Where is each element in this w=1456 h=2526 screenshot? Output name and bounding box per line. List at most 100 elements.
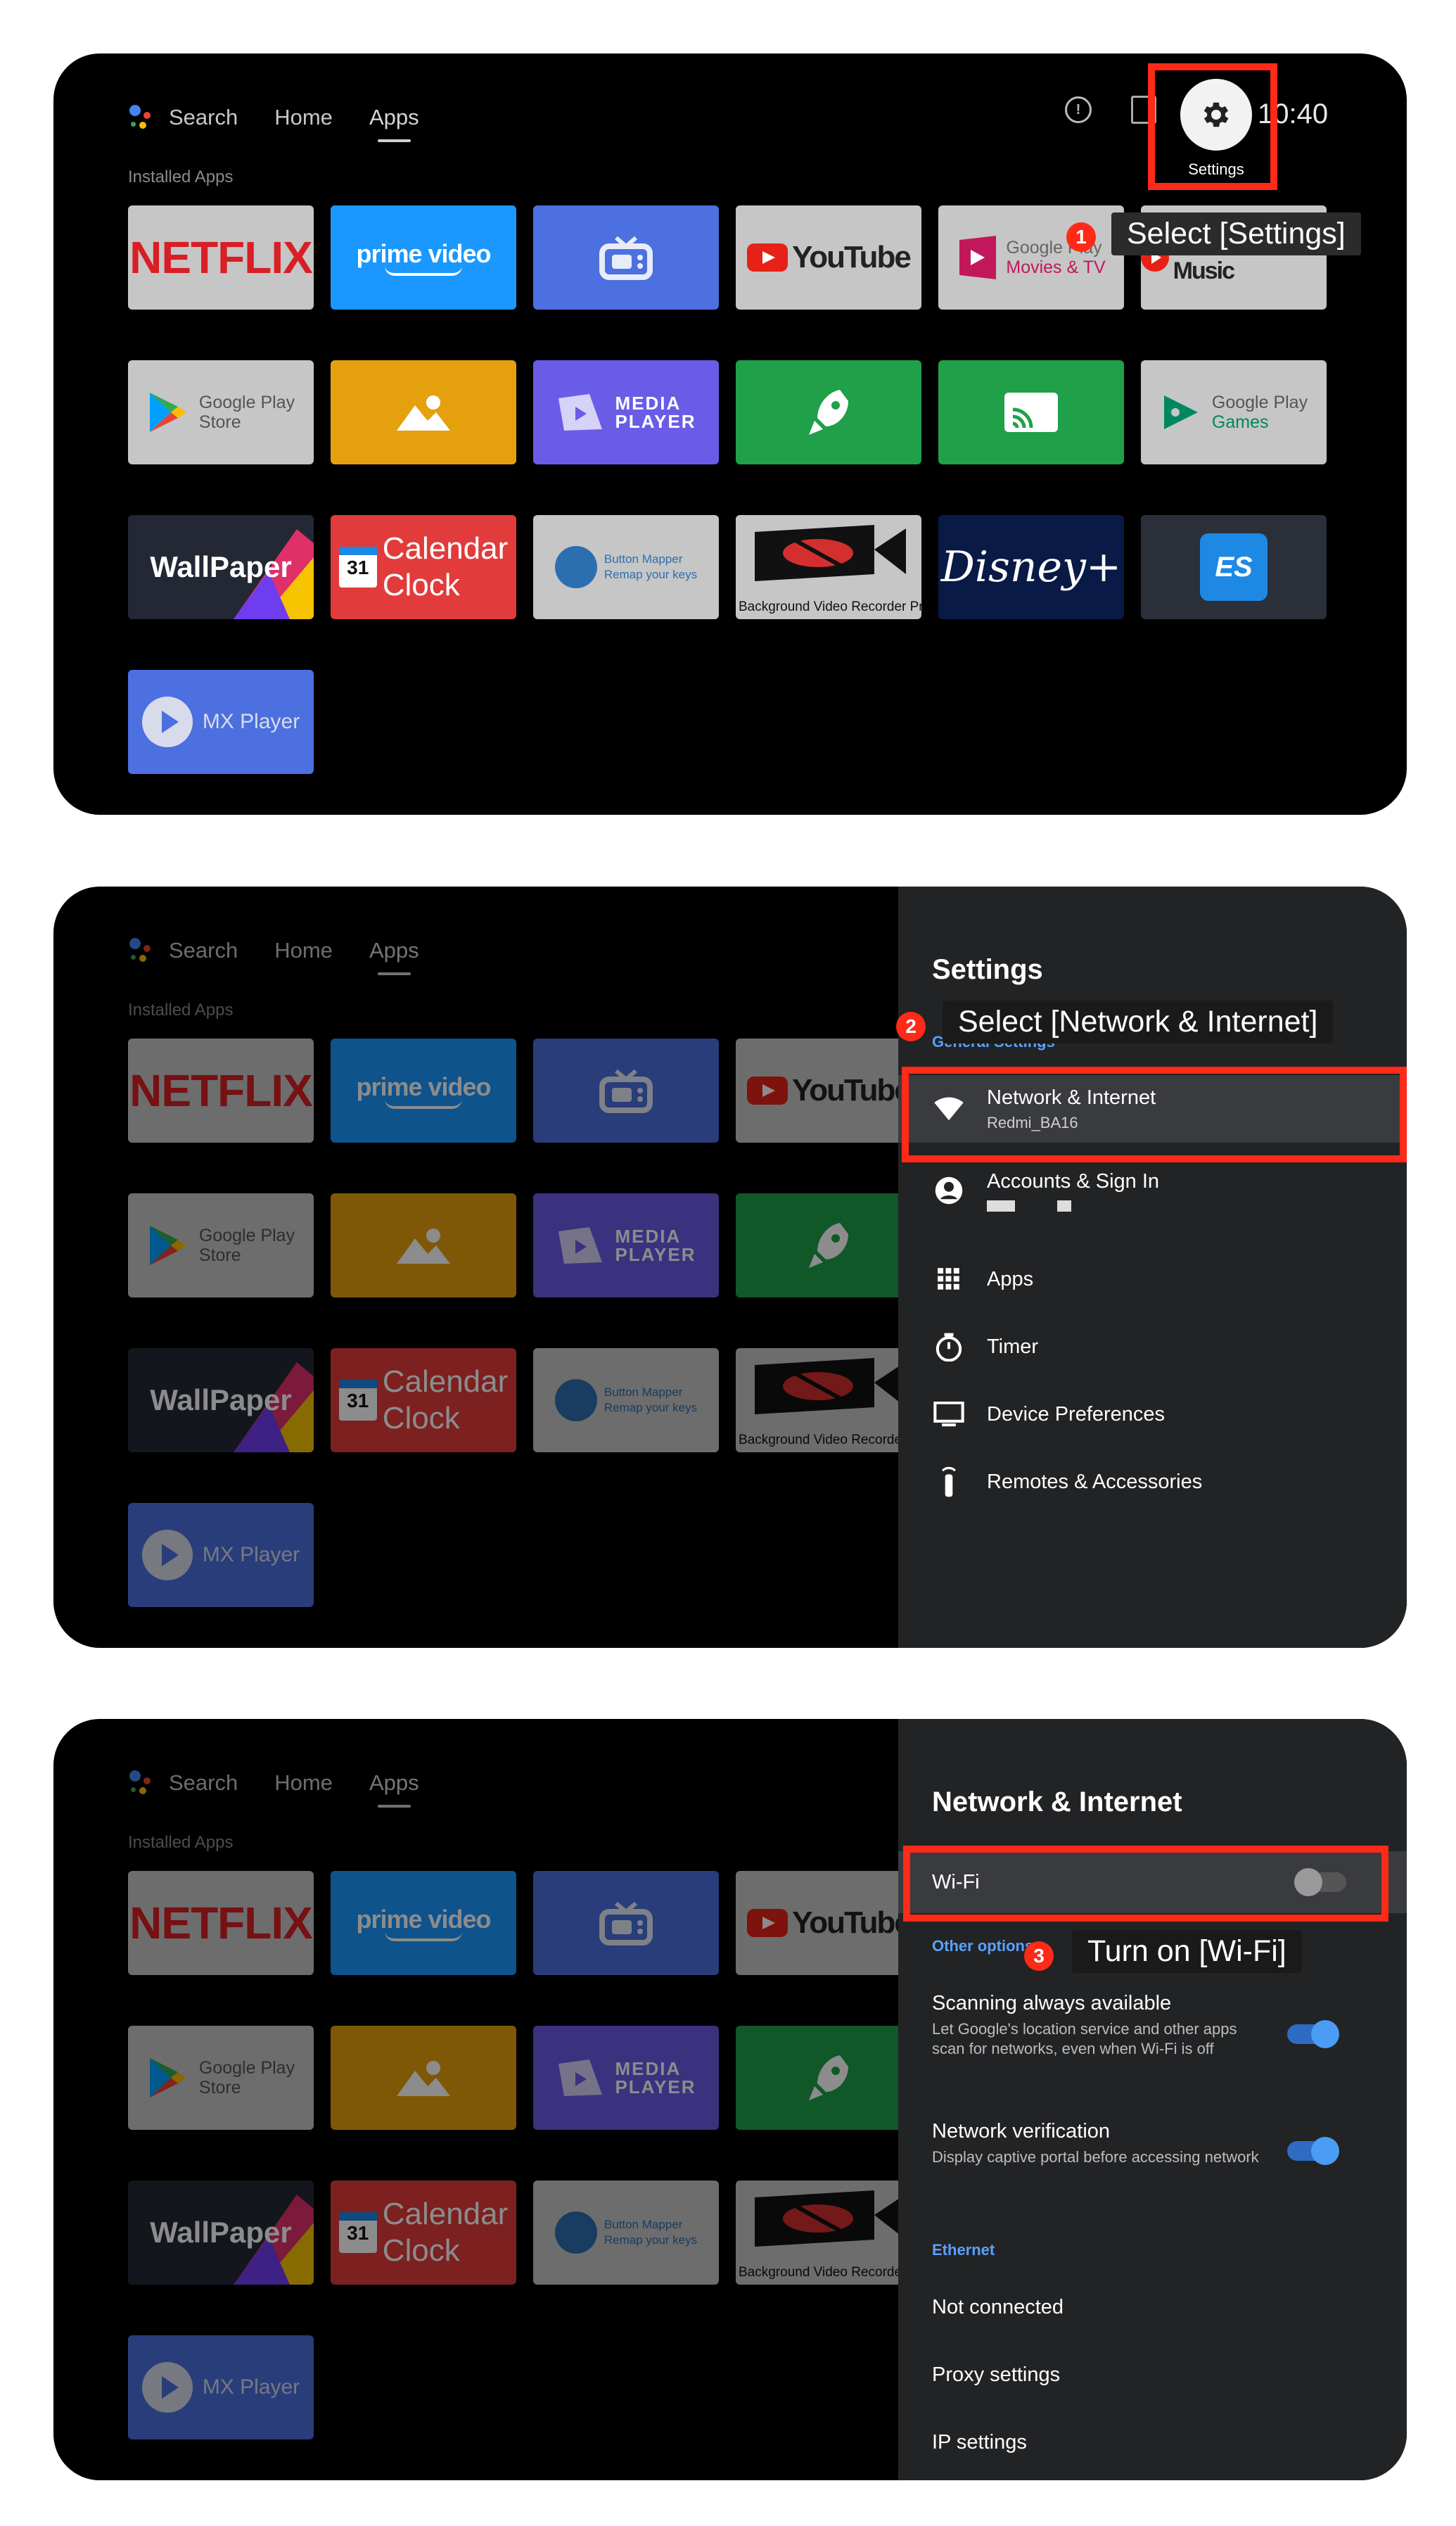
video-recorder-icon <box>755 1358 906 1414</box>
youtube-label: YouTube <box>792 1905 912 1940</box>
timer-label: Timer <box>987 1335 1039 1358</box>
verification-row[interactable]: Network verification Display captive por… <box>932 2120 1365 2167</box>
app-tile-google-play-store[interactable]: Google Play Store <box>128 1193 314 1297</box>
app-tile-mx-player[interactable]: MX Player <box>128 670 314 774</box>
menu-timer[interactable]: Timer <box>932 1313 1407 1381</box>
scanning-row[interactable]: Scanning always available Let Google's l… <box>932 1992 1365 2059</box>
calendar-line1: Calendar <box>382 2197 509 2231</box>
app-tile-youtube[interactable]: YouTube <box>736 1039 921 1143</box>
app-tile-netflix[interactable]: NETFLIX <box>128 1039 314 1143</box>
app-tile-google-play-games[interactable]: Google Play Games <box>1141 360 1327 464</box>
app-tile-live-tv[interactable] <box>533 205 719 310</box>
menu-accounts[interactable]: Accounts & Sign In <box>932 1157 1407 1224</box>
nav-apps[interactable]: Apps <box>369 100 419 142</box>
app-tile-live-tv[interactable] <box>533 1871 719 1975</box>
calendar-line2: Clock <box>382 568 460 602</box>
nav-home[interactable]: Home <box>274 1765 333 1801</box>
ip-settings-row[interactable]: IP settings <box>932 2431 1365 2454</box>
calendar-day: 31 <box>347 2222 369 2244</box>
app-tile-youtube[interactable]: YouTube <box>736 205 921 310</box>
app-tile-button-mapper[interactable]: Button Mapper Remap your keys <box>533 515 719 619</box>
google-assistant-icon[interactable] <box>128 937 153 965</box>
nav-search[interactable]: Search <box>169 1765 238 1801</box>
nav-apps[interactable]: Apps <box>369 1765 419 1808</box>
prime-smile-icon <box>385 266 462 276</box>
app-tile-google-play-store[interactable]: Google Play Store <box>128 2026 314 2130</box>
verification-desc: Display captive portal before accessing … <box>932 2148 1259 2166</box>
nav-home[interactable]: Home <box>274 100 333 135</box>
menu-apps[interactable]: Apps <box>932 1245 1407 1313</box>
verification-toggle[interactable] <box>1287 2137 1339 2165</box>
app-tile-photos[interactable] <box>331 360 516 464</box>
wallpaper-label: WallPaper <box>150 1383 292 1416</box>
app-tile-button-mapper[interactable]: Button Mapper Remap your keys <box>533 2181 719 2285</box>
app-tile-rocket[interactable] <box>736 1193 921 1297</box>
nav-search[interactable]: Search <box>169 933 238 968</box>
nav-search[interactable]: Search <box>169 100 238 135</box>
app-tile-prime-video[interactable]: prime video <box>331 1039 516 1143</box>
scanning-toggle[interactable] <box>1287 2020 1339 2048</box>
app-tile-prime-video[interactable]: prime video <box>331 1871 516 1975</box>
app-tile-calendar-clock[interactable]: 31 Calendar Clock <box>331 1348 516 1452</box>
app-tile-netflix[interactable]: NETFLIX <box>128 205 314 310</box>
tv-icon <box>599 1069 653 1113</box>
mx-label: MX Player <box>202 1543 300 1566</box>
app-tile-media-player[interactable]: MEDIA PLAYER <box>533 360 719 464</box>
app-tile-calendar-clock[interactable]: 31 Calendar Clock <box>331 515 516 619</box>
calendar-day: 31 <box>347 1390 369 1411</box>
not-connected-row[interactable]: Not connected <box>932 2296 1365 2319</box>
tv-icon <box>599 236 653 280</box>
app-tile-google-play-store[interactable]: Google Play Store <box>128 360 314 464</box>
play-store-line1: Google Play <box>198 2058 295 2078</box>
menu-remotes[interactable]: Remotes & Accessories <box>932 1448 1407 1516</box>
calendar-icon: 31 <box>338 2212 377 2253</box>
youtube-label: YouTube <box>792 1073 912 1107</box>
app-tile-wallpaper[interactable]: WallPaper <box>128 515 314 619</box>
app-tile-prime-video[interactable]: prime video <box>331 205 516 310</box>
play-store-icon <box>149 1226 186 1265</box>
device-preferences-label: Device Preferences <box>987 1402 1166 1426</box>
app-tile-live-tv[interactable] <box>533 1039 719 1143</box>
app-tile-photos[interactable] <box>331 2026 516 2130</box>
app-tile-wallpaper[interactable]: WallPaper <box>128 1348 314 1452</box>
app-tile-youtube[interactable]: YouTube <box>736 1871 921 1975</box>
app-tile-media-player[interactable]: MEDIA PLAYER <box>533 1193 719 1297</box>
mx-play-icon <box>141 1530 193 1580</box>
media-line1: MEDIA <box>615 1226 682 1247</box>
button-mapper-icon <box>554 2211 597 2254</box>
app-tile-media-player[interactable]: MEDIA PLAYER <box>533 2026 719 2130</box>
play-store-line2: Store <box>198 412 241 432</box>
installed-apps-label: Installed Apps <box>128 167 234 186</box>
menu-device-preferences[interactable]: Device Preferences <box>932 1381 1407 1448</box>
ethernet-label: Ethernet <box>932 2241 995 2259</box>
app-tile-background-video-recorder[interactable]: Background Video Recorder <box>736 2181 921 2285</box>
app-tile-background-video-recorder[interactable]: Background Video Recorder <box>736 1348 921 1452</box>
app-tile-mx-player[interactable]: MX Player <box>128 1503 314 1607</box>
play-movies-icon <box>959 236 997 279</box>
proxy-settings-row[interactable]: Proxy settings <box>932 2363 1365 2387</box>
info-icon[interactable]: ! <box>1065 96 1092 123</box>
app-tile-disney-plus[interactable]: Disney+ <box>938 515 1124 619</box>
highlight-settings <box>1148 63 1277 190</box>
app-tile-google-play-movies[interactable]: Google Play Movies & TV <box>938 205 1124 310</box>
calendar-line1: Calendar <box>382 531 509 566</box>
nav-apps[interactable]: Apps <box>369 933 419 975</box>
google-assistant-icon[interactable] <box>128 1769 153 1797</box>
app-tile-rocket[interactable] <box>736 2026 921 2130</box>
app-tile-wallpaper[interactable]: WallPaper <box>128 2181 314 2285</box>
google-assistant-icon[interactable] <box>128 103 153 132</box>
app-tile-background-video-recorder[interactable]: Background Video Recorder Pro <box>736 515 921 619</box>
app-tile-photos[interactable] <box>331 1193 516 1297</box>
app-tile-es-file-explorer[interactable]: ES <box>1141 515 1327 619</box>
app-tile-mx-player[interactable]: MX Player <box>128 2335 314 2439</box>
top-nav: Search Home Apps <box>128 1765 456 1808</box>
app-tile-rocket[interactable] <box>736 360 921 464</box>
app-tile-calendar-clock[interactable]: 31 Calendar Clock <box>331 2181 516 2285</box>
step3-badge: 3 <box>1024 1941 1054 1971</box>
app-tile-cast[interactable] <box>938 360 1124 464</box>
nav-home[interactable]: Home <box>274 933 333 968</box>
youtube-play-icon <box>747 1909 788 1937</box>
app-tile-netflix[interactable]: NETFLIX <box>128 1871 314 1975</box>
app-tile-button-mapper[interactable]: Button Mapper Remap your keys <box>533 1348 719 1452</box>
cast-icon <box>1004 393 1058 432</box>
